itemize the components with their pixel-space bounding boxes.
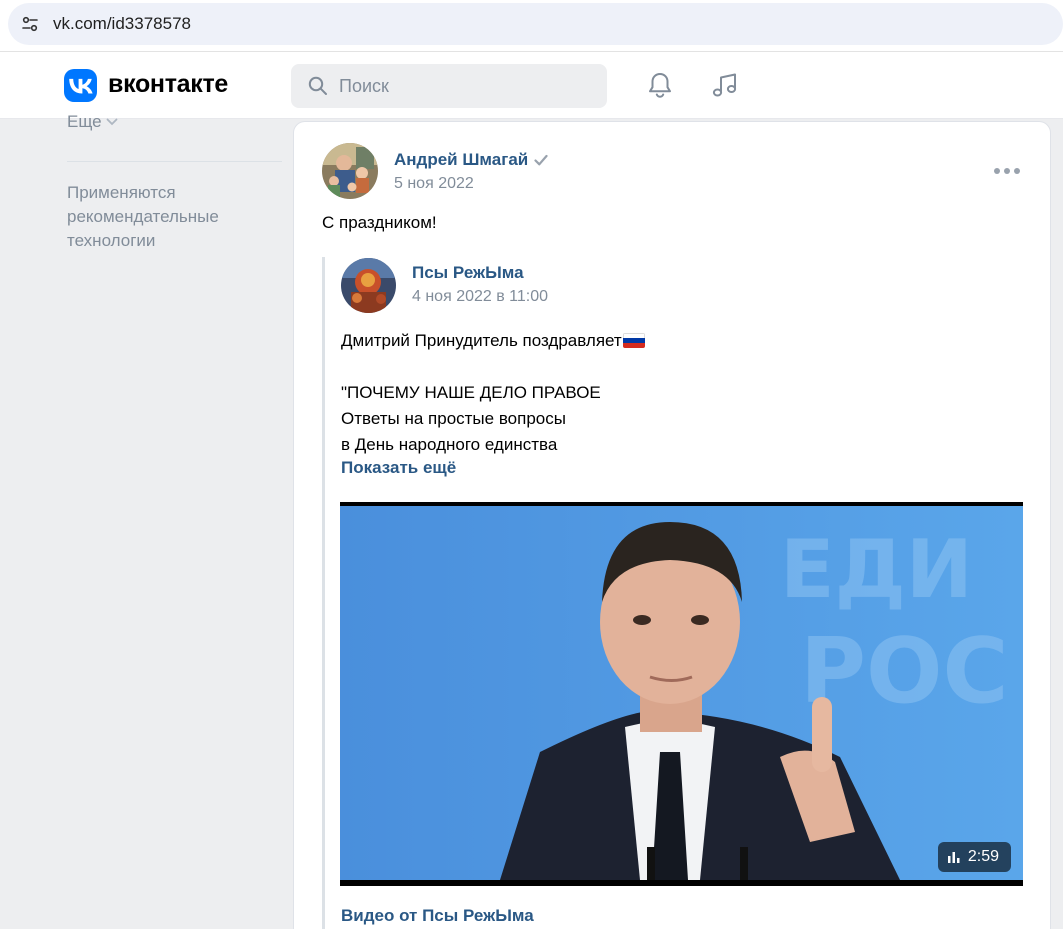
repost-divider (322, 257, 325, 929)
repost-text-line3: Ответы на простые вопросы (341, 409, 566, 428)
browser-toolbar: vk.com/id3378578 (0, 0, 1063, 52)
show-more-link[interactable]: Показать ещё (341, 458, 456, 478)
repost-text: Дмитрий Принудитель поздравляет "ПОЧЕМУ … (341, 328, 645, 458)
svg-text:ЕДИ: ЕДИ (780, 523, 973, 616)
russian-flag-icon (622, 333, 645, 348)
post-more-options-icon[interactable] (994, 164, 1020, 178)
url-text[interactable]: vk.com/id3378578 (53, 14, 191, 34)
video-duration: 2:59 (967, 848, 999, 865)
vk-header: вконтакте (0, 52, 1063, 119)
post-card: Андрей Шмагай 5 ноя 2022 С праздником! П… (293, 121, 1051, 929)
left-menu-divider (67, 161, 282, 162)
chevron-down-icon (106, 118, 117, 126)
left-menu-more[interactable]: Еще (67, 112, 118, 132)
left-menu-more-label: Еще (67, 112, 102, 131)
video-title-link[interactable]: Видео от Псы РежЫма (341, 906, 534, 926)
post-text: С праздником! (322, 213, 437, 232)
video-thumbnail[interactable]: ЕДИ РОС 2:59 (340, 502, 1023, 886)
post-author[interactable]: Андрей Шмагай (394, 150, 548, 170)
video-duration-badge: 2:59 (937, 842, 1011, 872)
recommendation-tech-note[interactable]: Применяются рекомендательные технологии (67, 181, 282, 253)
author-avatar[interactable] (322, 143, 378, 199)
site-info-icon[interactable] (16, 10, 44, 38)
search-box[interactable] (291, 64, 607, 108)
address-bar[interactable]: vk.com/id3378578 (8, 3, 1063, 45)
repost-author-name[interactable]: Псы РежЫма (412, 263, 524, 283)
repost-text-line1: Дмитрий Принудитель поздравляет (341, 331, 622, 350)
search-input[interactable] (339, 75, 589, 97)
repost-author-avatar[interactable] (341, 258, 396, 313)
music-note-icon[interactable] (710, 70, 740, 100)
verified-check-icon (534, 154, 548, 166)
brand-name[interactable]: вконтакте (108, 70, 228, 99)
bar-chart-icon (947, 852, 960, 863)
notifications-bell-icon[interactable] (645, 70, 675, 100)
vk-logo-icon[interactable] (64, 69, 97, 102)
repost-date[interactable]: 4 ноя 2022 в 11:00 (412, 288, 548, 306)
post-date[interactable]: 5 ноя 2022 (394, 175, 474, 193)
repost-text-line2: "ПОЧЕМУ НАШЕ ДЕЛО ПРАВОЕ (341, 383, 601, 402)
search-icon (307, 75, 329, 97)
post-author-name: Андрей Шмагай (394, 150, 529, 169)
repost-text-line4: в День народного единства (341, 435, 558, 454)
